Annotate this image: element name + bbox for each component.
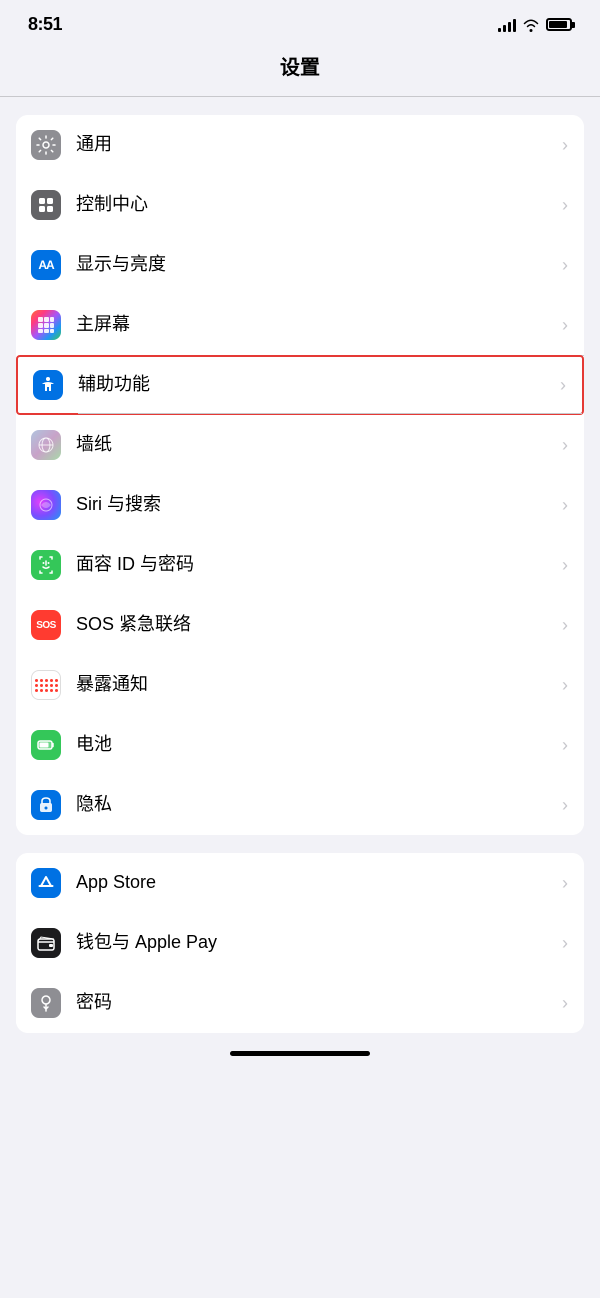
exposure-icon bbox=[31, 670, 61, 700]
icon-wrap-wallet bbox=[16, 928, 76, 958]
password-icon bbox=[31, 988, 61, 1018]
wallet-chevron: › bbox=[562, 933, 568, 954]
settings-item-control[interactable]: 控制中心 › bbox=[16, 175, 584, 235]
settings-item-home[interactable]: 主屏幕 › bbox=[16, 295, 584, 355]
icon-wrap-battery bbox=[16, 730, 76, 760]
appstore-chevron: › bbox=[562, 873, 568, 894]
status-icons bbox=[498, 18, 572, 32]
faceid-chevron: › bbox=[562, 555, 568, 576]
faceid-icon bbox=[31, 550, 61, 580]
settings-item-privacy[interactable]: 隐私 › bbox=[16, 775, 584, 835]
general-icon bbox=[31, 130, 61, 160]
home-bar bbox=[230, 1051, 370, 1056]
wallpaper-icon bbox=[31, 430, 61, 460]
sos-chevron: › bbox=[562, 615, 568, 636]
settings-item-faceid[interactable]: 面容 ID 与密码 › bbox=[16, 535, 584, 595]
faceid-label: 面容 ID 与密码 bbox=[76, 553, 554, 576]
icon-wrap-home bbox=[16, 310, 76, 340]
settings-item-sos[interactable]: SOS SOS 紧急联络 › bbox=[16, 595, 584, 655]
battery-label: 电池 bbox=[76, 733, 554, 756]
siri-icon bbox=[31, 490, 61, 520]
wallpaper-chevron: › bbox=[562, 435, 568, 456]
status-time: 8:51 bbox=[28, 14, 62, 35]
icon-wrap-siri bbox=[16, 490, 76, 520]
settings-item-display[interactable]: AA 显示与亮度 › bbox=[16, 235, 584, 295]
signal-icon bbox=[498, 18, 516, 32]
icon-wrap-accessibility bbox=[18, 370, 78, 400]
wifi-icon bbox=[522, 18, 540, 32]
wallet-label: 钱包与 Apple Pay bbox=[76, 931, 554, 954]
display-label: 显示与亮度 bbox=[76, 253, 554, 276]
password-chevron: › bbox=[562, 993, 568, 1014]
accessibility-chevron: › bbox=[560, 375, 566, 396]
battery-icon bbox=[546, 18, 572, 31]
settings-item-battery[interactable]: 电池 › bbox=[16, 715, 584, 775]
siri-label: Siri 与搜索 bbox=[76, 493, 554, 516]
accessibility-label: 辅助功能 bbox=[78, 373, 552, 396]
settings-item-appstore[interactable]: App Store › bbox=[16, 853, 584, 913]
general-chevron: › bbox=[562, 135, 568, 156]
privacy-icon bbox=[31, 790, 61, 820]
wallpaper-label: 墙纸 bbox=[76, 433, 554, 456]
icon-wrap-general bbox=[16, 130, 76, 160]
settings-section-2: App Store › 钱包与 Apple Pay › bbox=[16, 853, 584, 1033]
icon-wrap-exposure bbox=[16, 670, 76, 700]
page-title: 设置 bbox=[280, 57, 320, 79]
display-chevron: › bbox=[562, 255, 568, 276]
icon-wrap-appstore bbox=[16, 868, 76, 898]
icon-wrap-display: AA bbox=[16, 250, 76, 280]
icon-wrap-sos: SOS bbox=[16, 610, 76, 640]
general-label: 通用 bbox=[76, 133, 554, 156]
settings-item-siri[interactable]: Siri 与搜索 › bbox=[16, 475, 584, 535]
control-label: 控制中心 bbox=[76, 193, 554, 216]
exposure-label: 暴露通知 bbox=[76, 673, 554, 696]
icon-wrap-wallpaper bbox=[16, 430, 76, 460]
page-title-bar: 设置 bbox=[0, 43, 600, 96]
accessibility-icon bbox=[33, 370, 63, 400]
appstore-label: App Store bbox=[76, 871, 554, 894]
control-chevron: › bbox=[562, 195, 568, 216]
home-chevron: › bbox=[562, 315, 568, 336]
appstore-icon bbox=[31, 868, 61, 898]
settings-item-wallet[interactable]: 钱包与 Apple Pay › bbox=[16, 913, 584, 973]
settings-item-general[interactable]: 通用 › bbox=[16, 115, 584, 175]
settings-section-1: 通用 › 控制中心 › AA 显示与亮度 › bbox=[16, 115, 584, 835]
home-icon bbox=[31, 310, 61, 340]
siri-chevron: › bbox=[562, 495, 568, 516]
settings-item-exposure[interactable]: 暴露通知 › bbox=[16, 655, 584, 715]
wallet-icon bbox=[31, 928, 61, 958]
control-icon bbox=[31, 190, 61, 220]
privacy-chevron: › bbox=[562, 795, 568, 816]
status-bar: 8:51 bbox=[0, 0, 600, 43]
exposure-chevron: › bbox=[562, 675, 568, 696]
icon-wrap-password bbox=[16, 988, 76, 1018]
home-label: 主屏幕 bbox=[76, 313, 554, 336]
password-label: 密码 bbox=[76, 991, 554, 1014]
sos-label: SOS 紧急联络 bbox=[76, 613, 554, 636]
icon-wrap-privacy bbox=[16, 790, 76, 820]
display-icon: AA bbox=[31, 250, 61, 280]
icon-wrap-control bbox=[16, 190, 76, 220]
settings-item-password[interactable]: 密码 › bbox=[16, 973, 584, 1033]
sos-icon: SOS bbox=[31, 610, 61, 640]
privacy-label: 隐私 bbox=[76, 793, 554, 816]
battery-chevron: › bbox=[562, 735, 568, 756]
icon-wrap-faceid bbox=[16, 550, 76, 580]
settings-item-wallpaper[interactable]: 墙纸 › bbox=[16, 415, 584, 475]
settings-item-accessibility[interactable]: 辅助功能 › bbox=[16, 355, 584, 415]
battery-settings-icon bbox=[31, 730, 61, 760]
